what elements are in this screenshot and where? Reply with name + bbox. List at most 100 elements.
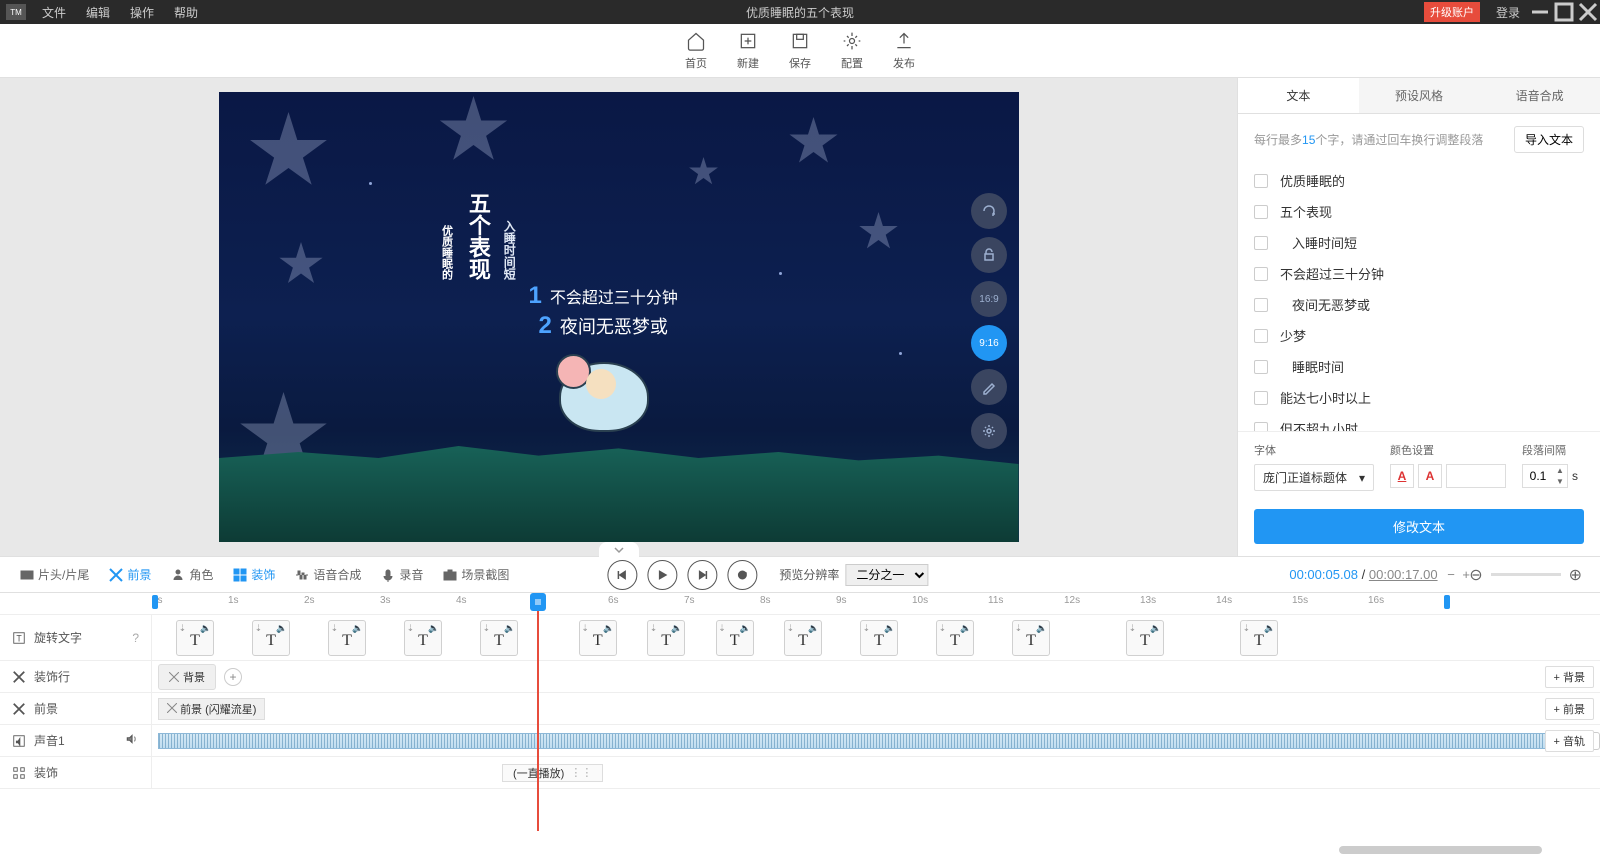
canvas-collapse-icon[interactable] <box>599 542 639 558</box>
text-clip-4[interactable]: ⇣🔈T <box>480 620 518 656</box>
upgrade-button[interactable]: 升级账户 <box>1424 2 1480 22</box>
text-item-checkbox[interactable] <box>1254 391 1268 405</box>
fg-clip[interactable]: 前景 (闪耀流星) <box>158 698 265 720</box>
aspect-btn-4[interactable] <box>971 369 1007 405</box>
text-clip-0[interactable]: ⇣🔈T <box>176 620 214 656</box>
text-clip-9[interactable]: ⇣🔈T <box>860 620 898 656</box>
text-item-checkbox[interactable] <box>1254 236 1268 250</box>
canvas-vertical-3: 入睡时间短 <box>501 220 518 280</box>
text-clip-13[interactable]: ⇣🔈T <box>1240 620 1278 656</box>
menu-edit[interactable]: 编辑 <box>76 4 120 21</box>
text-clip-1[interactable]: ⇣🔈T <box>252 620 290 656</box>
text-clip-10[interactable]: ⇣🔈T <box>936 620 974 656</box>
tab-preset-style[interactable]: 预设风格 <box>1359 78 1480 113</box>
zoom-slider[interactable] <box>1491 573 1561 576</box>
add-audio-button[interactable]: + 音轨 <box>1545 730 1594 752</box>
text-item-checkbox[interactable] <box>1254 205 1268 219</box>
aspect-btn-1[interactable] <box>971 237 1007 273</box>
spacing-input[interactable] <box>1523 469 1553 483</box>
aspect-btn-2[interactable]: 16:9 <box>971 281 1007 317</box>
text-color-button[interactable]: A <box>1390 464 1414 488</box>
text-item-checkbox[interactable] <box>1254 174 1268 188</box>
tool-config[interactable]: 配置 <box>841 31 863 71</box>
volume-icon[interactable] <box>125 732 139 749</box>
tool-save[interactable]: 保存 <box>789 31 811 71</box>
timeline-tab-1[interactable]: 前景 <box>101 562 159 587</box>
font-select[interactable]: 庞门正道标题体▾ <box>1254 464 1374 491</box>
prev-frame-button[interactable] <box>607 560 637 590</box>
track-help-icon[interactable]: ? <box>132 631 139 645</box>
text-item-1[interactable]: 五个表现 <box>1254 196 1584 227</box>
text-item-8[interactable]: 但不超九小时 <box>1254 413 1584 431</box>
text-clip-6[interactable]: ⇣🔈T <box>647 620 685 656</box>
spacing-up[interactable]: ▲ <box>1553 465 1567 476</box>
preview-canvas[interactable]: 优质睡眠的 五个表现 入睡时间短 1不会超过三十分钟 2夜间无恶梦或 <box>219 92 1019 542</box>
zoom-out-button[interactable]: ⊖ <box>1469 565 1482 585</box>
add-bg-chip[interactable]: + <box>224 668 242 686</box>
text-clip-7[interactable]: ⇣🔈T <box>716 620 754 656</box>
text-item-checkbox[interactable] <box>1254 298 1268 312</box>
svg-text:T: T <box>16 633 22 643</box>
time-minus[interactable]: − <box>1447 567 1455 582</box>
text-item-3[interactable]: 不会超过三十分钟 <box>1254 258 1584 289</box>
text-item-0[interactable]: 优质睡眠的 <box>1254 165 1584 196</box>
spacing-down[interactable]: ▼ <box>1553 476 1567 487</box>
spacing-spinner[interactable]: ▲▼ <box>1522 464 1568 488</box>
text-clip-12[interactable]: ⇣🔈T <box>1126 620 1164 656</box>
login-button[interactable]: 登录 <box>1488 4 1528 21</box>
timeline-tab-0[interactable]: 片头/片尾 <box>12 562 97 587</box>
tab-text[interactable]: 文本 <box>1238 78 1359 113</box>
tool-home[interactable]: 首页 <box>685 31 707 71</box>
loop-button[interactable] <box>727 560 757 590</box>
timeline-tab-6[interactable]: 场景截图 <box>435 562 517 587</box>
text-item-6[interactable]: 睡眠时间 <box>1254 351 1584 382</box>
play-button[interactable] <box>647 560 677 590</box>
aspect-btn-0[interactable] <box>971 193 1007 229</box>
timeline-tab-5[interactable]: 录音 <box>373 562 431 587</box>
timeline-tab-2[interactable]: 角色 <box>163 562 221 587</box>
text-item-4[interactable]: 夜间无恶梦或 <box>1254 289 1584 320</box>
tool-new[interactable]: 新建 <box>737 31 759 71</box>
color-swatch[interactable] <box>1446 464 1506 488</box>
text-item-checkbox[interactable] <box>1254 267 1268 281</box>
text-item-5[interactable]: 少梦 <box>1254 320 1584 351</box>
menu-action[interactable]: 操作 <box>120 4 164 21</box>
ruler-mark: 4s <box>456 595 467 606</box>
zoom-in-button[interactable]: ⊕ <box>1569 565 1582 585</box>
import-text-button[interactable]: 导入文本 <box>1514 126 1584 153</box>
timeline-tab-4[interactable]: 语音合成 <box>287 562 369 587</box>
close-button[interactable] <box>1576 0 1600 24</box>
text-clip-3[interactable]: ⇣🔈T <box>404 620 442 656</box>
text-clip-5[interactable]: ⇣🔈T <box>579 620 617 656</box>
text-outline-button[interactable]: A <box>1418 464 1442 488</box>
apply-text-button[interactable]: 修改文本 <box>1254 509 1584 544</box>
next-frame-button[interactable] <box>687 560 717 590</box>
timeline-tab-3[interactable]: 装饰 <box>225 562 283 587</box>
text-item-7[interactable]: 能达七小时以上 <box>1254 382 1584 413</box>
preview-res-select[interactable]: 二分之一 <box>845 564 928 586</box>
playhead[interactable] <box>530 593 546 611</box>
text-clip-2[interactable]: ⇣🔈T <box>328 620 366 656</box>
track-audio-label: 声音1 <box>0 725 152 756</box>
menu-file[interactable]: 文件 <box>32 4 76 21</box>
timeline-ruler[interactable]: 0s1s2s3s4s5s6s7s8s9s10s11s12s13s14s15s16… <box>0 593 1600 615</box>
text-clip-8[interactable]: ⇣🔈T <box>784 620 822 656</box>
text-item-checkbox[interactable] <box>1254 360 1268 374</box>
maximize-button[interactable] <box>1552 0 1576 24</box>
menu-help[interactable]: 帮助 <box>164 4 208 21</box>
aspect-btn-3[interactable]: 9:16 <box>971 325 1007 361</box>
aspect-btn-5[interactable] <box>971 413 1007 449</box>
timeline-scrollbar[interactable] <box>152 846 1600 856</box>
bg-chip[interactable]: 背景 <box>158 664 216 690</box>
text-item-checkbox[interactable] <box>1254 329 1268 343</box>
deco-clip[interactable]: (一直播放)⋮⋮ <box>502 764 603 782</box>
text-item-2[interactable]: 入睡时间短 <box>1254 227 1584 258</box>
text-item-checkbox[interactable] <box>1254 422 1268 432</box>
audio-clip[interactable] <box>158 733 1568 749</box>
tab-tts[interactable]: 语音合成 <box>1479 78 1600 113</box>
minimize-button[interactable] <box>1528 0 1552 24</box>
add-bg-button[interactable]: + 背景 <box>1545 666 1594 688</box>
text-clip-11[interactable]: ⇣🔈T <box>1012 620 1050 656</box>
tool-publish[interactable]: 发布 <box>893 31 915 71</box>
add-fg-button[interactable]: + 前景 <box>1545 698 1594 720</box>
